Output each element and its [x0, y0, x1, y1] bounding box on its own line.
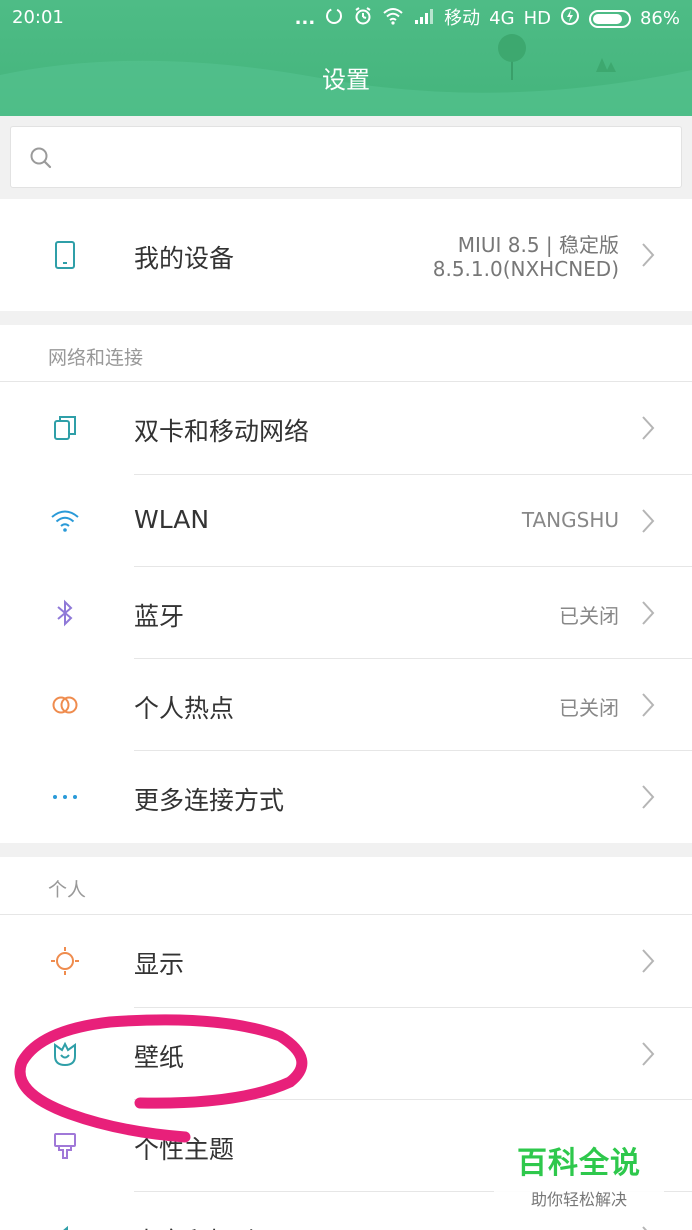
sidebar-item-wlan[interactable]: WLAN TANGSHU — [0, 475, 692, 567]
section-title-personal: 个人 — [48, 879, 87, 901]
wallpaper-icon — [54, 1041, 76, 1067]
theme-brush-icon — [54, 1133, 76, 1159]
hotspot-status: 已关闭 — [559, 696, 619, 720]
brightness-icon — [51, 947, 79, 975]
section-title-network: 网络和连接 — [48, 347, 144, 369]
phone-device-icon — [55, 241, 75, 269]
watermark-logo: 百科全说 助你轻松解决 — [494, 1128, 664, 1212]
list-item-label: 壁纸 — [134, 1043, 185, 1072]
chevron-right-icon — [642, 1226, 648, 1230]
list-item-label: 个性主题 — [134, 1135, 235, 1164]
watermark-subtitle: 助你轻松解决 — [530, 1190, 627, 1209]
chevron-right-icon — [642, 785, 655, 809]
notification-dots: ... — [294, 8, 316, 29]
list-item-label: 个人热点 — [134, 694, 235, 723]
bluetooth-status: 已关闭 — [559, 604, 619, 628]
sidebar-item-wallpaper[interactable]: 壁纸 — [0, 1008, 692, 1100]
chevron-right-icon — [642, 509, 655, 533]
chevron-right-icon — [642, 949, 655, 973]
watermark-title: 百科全说 — [517, 1146, 641, 1181]
status-bar: 20:01 ... 移动 4G HD 86% — [0, 0, 692, 36]
sidebar-item-display[interactable]: 显示 — [0, 915, 692, 1007]
list-item-label: 显示 — [134, 950, 185, 979]
list-item-label: WLAN — [134, 505, 210, 534]
network-type: 4G — [489, 8, 515, 29]
hd-label: HD — [523, 8, 551, 29]
build-number: 8.5.1.0(NXHCNED) — [432, 257, 619, 281]
hotspot-icon — [52, 696, 78, 714]
chevron-right-icon — [642, 416, 655, 440]
more-dots-icon — [53, 795, 77, 799]
search-input[interactable] — [10, 126, 682, 188]
list-item-label: 声音和振动 — [134, 1222, 259, 1230]
page-title: 设置 — [322, 66, 370, 94]
list-item-label: 蓝牙 — [134, 602, 185, 631]
search-icon — [30, 147, 52, 169]
sync-icon — [324, 6, 344, 32]
chevron-right-icon — [642, 601, 655, 625]
battery-icon — [588, 10, 631, 28]
sidebar-item-dual-sim[interactable]: 双卡和移动网络 — [0, 382, 692, 474]
miui-version: MIUI 8.5 | 稳定版 — [457, 233, 619, 257]
wifi-icon — [51, 510, 79, 532]
device-card: 我的设备 MIUI 8.5 | 稳定版 8.5.1.0(NXHCNED) — [0, 199, 692, 311]
battery-level — [592, 14, 623, 24]
list-item-label: 双卡和移动网络 — [134, 417, 310, 446]
wifi-network-name: TANGSHU — [521, 508, 619, 532]
charging-icon — [560, 6, 580, 32]
dual-sim-icon — [54, 416, 76, 440]
sidebar-item-bluetooth[interactable]: 蓝牙 已关闭 — [0, 567, 692, 659]
my-device-label: 我的设备 — [134, 244, 235, 273]
bluetooth-icon — [57, 599, 73, 627]
chevron-right-icon — [642, 1042, 655, 1066]
sound-icon — [63, 1225, 68, 1230]
carrier-label: 移动 — [444, 8, 481, 29]
sidebar-item-hotspot[interactable]: 个人热点 已关闭 — [0, 659, 692, 751]
chevron-right-icon — [642, 693, 655, 717]
network-section: 网络和连接 双卡和移动网络 WLAN TANGSHU 蓝牙 已关闭 个人热点 已… — [0, 325, 692, 843]
signal-icon — [413, 7, 435, 31]
status-indicators: ... 移动 4G HD 86% — [295, 6, 680, 32]
sidebar-item-more-connections[interactable]: 更多连接方式 — [0, 751, 692, 843]
alarm-icon — [353, 6, 373, 32]
status-time: 20:01 — [12, 7, 64, 28]
list-item-label: 更多连接方式 — [134, 786, 285, 815]
chevron-right-icon — [642, 243, 655, 267]
wifi-status-icon — [382, 7, 404, 31]
my-device-item[interactable]: 我的设备 MIUI 8.5 | 稳定版 8.5.1.0(NXHCNED) — [0, 199, 692, 311]
battery-percent: 86% — [639, 8, 680, 29]
header-bar: 20:01 ... 移动 4G HD 86% 设置 — [0, 0, 692, 116]
